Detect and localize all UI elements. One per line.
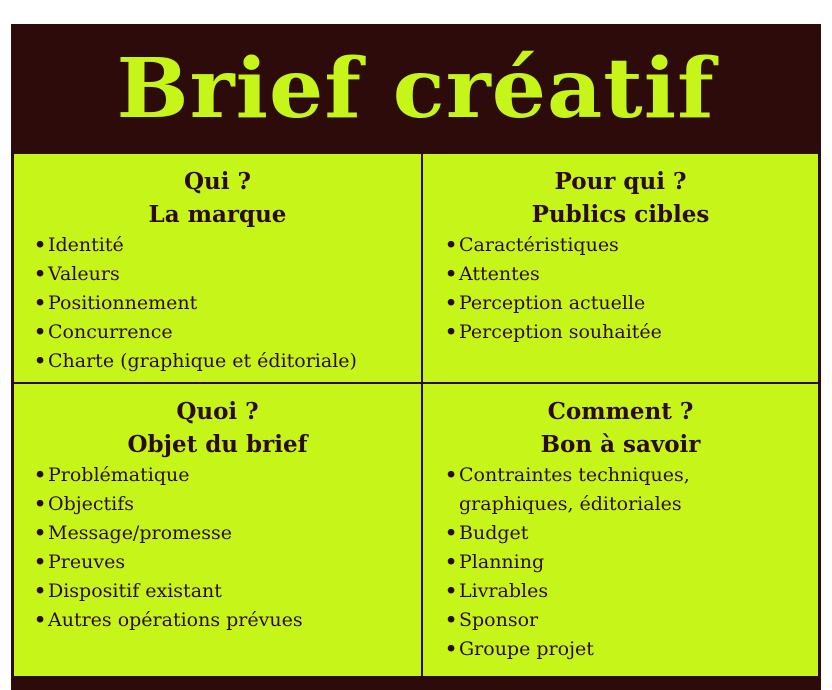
quadrant-header: Pour qui ? Publics cibles bbox=[423, 154, 818, 231]
quadrant-comment: Comment ? Bon à savoir Contraintes techn… bbox=[423, 384, 818, 676]
bullet-list: Contraintes techniques, graphiques, édit… bbox=[423, 461, 818, 664]
bullet-list: Problématique Objectifs Message/promesse… bbox=[14, 461, 421, 635]
list-item: Perception souhaitée bbox=[445, 318, 818, 347]
quadrant-header: Qui ? La marque bbox=[14, 154, 421, 231]
list-item: Concurrence bbox=[34, 318, 421, 347]
list-item: Sponsor bbox=[445, 606, 818, 635]
list-item: Message/promesse bbox=[34, 519, 421, 548]
quadrant-pour-qui: Pour qui ? Publics cibles Caractéristiqu… bbox=[423, 154, 818, 382]
list-item: Livrables bbox=[445, 577, 818, 606]
list-item: Perception actuelle bbox=[445, 289, 818, 318]
list-item: Caractéristiques bbox=[445, 231, 818, 260]
list-item: Problématique bbox=[34, 461, 421, 490]
list-item: Contraintes techniques, graphiques, édit… bbox=[445, 461, 818, 519]
list-item: Preuves bbox=[34, 548, 421, 577]
quadrant-title: Qui ? bbox=[184, 168, 251, 195]
list-item: Charte (graphique et éditoriale) bbox=[34, 347, 421, 376]
title-banner: Brief créatif bbox=[11, 24, 821, 154]
quadrant-quoi: Quoi ? Objet du brief Problématique Obje… bbox=[14, 384, 421, 676]
quadrant-title: Comment ? bbox=[547, 398, 694, 425]
quadrant-grid: Qui ? La marque Identité Valeurs Positio… bbox=[14, 154, 818, 676]
list-item: Autres opérations prévues bbox=[34, 606, 421, 635]
list-item: Objectifs bbox=[34, 490, 421, 519]
list-item: Positionnement bbox=[34, 289, 421, 318]
quadrant-title: Pour qui ? bbox=[554, 168, 687, 195]
list-item: Identité bbox=[34, 231, 421, 260]
quadrant-header: Quoi ? Objet du brief bbox=[14, 384, 421, 461]
quadrant-subtitle: La marque bbox=[148, 201, 287, 228]
quadrant-subtitle: Publics cibles bbox=[531, 201, 710, 228]
list-item: Groupe projet bbox=[445, 635, 818, 664]
quadrant-subtitle: Objet du brief bbox=[127, 431, 308, 458]
list-item: Valeurs bbox=[34, 260, 421, 289]
brief-poster: Brief créatif Qui ? La marque Identité V… bbox=[11, 24, 821, 690]
quadrant-subtitle: Bon à savoir bbox=[540, 431, 701, 458]
bullet-list: Identité Valeurs Positionnement Concurre… bbox=[14, 231, 421, 376]
page-title: Brief créatif bbox=[116, 41, 716, 137]
list-item-line: Contraintes techniques, bbox=[459, 464, 690, 486]
list-item: Attentes bbox=[445, 260, 818, 289]
quadrant-title: Quoi ? bbox=[176, 398, 259, 425]
list-item: Planning bbox=[445, 548, 818, 577]
quadrant-header: Comment ? Bon à savoir bbox=[423, 384, 818, 461]
quadrant-qui: Qui ? La marque Identité Valeurs Positio… bbox=[14, 154, 421, 382]
list-item: Budget bbox=[445, 519, 818, 548]
list-item-line: graphiques, éditoriales bbox=[459, 493, 682, 515]
bullet-list: Caractéristiques Attentes Perception act… bbox=[423, 231, 818, 347]
list-item: Dispositif existant bbox=[34, 577, 421, 606]
